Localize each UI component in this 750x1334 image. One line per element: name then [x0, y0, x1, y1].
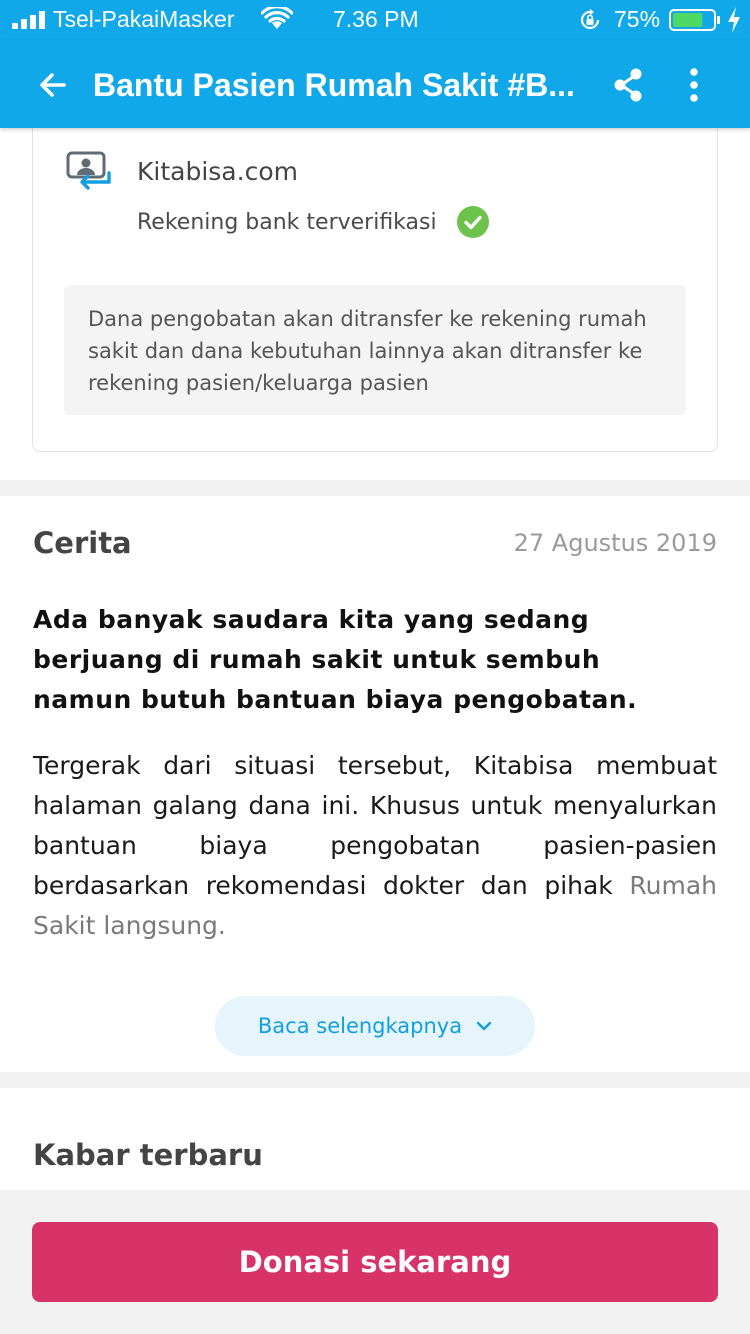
updates-heading: Kabar terbaru: [33, 1138, 263, 1172]
share-icon[interactable]: [607, 62, 651, 108]
signal-bars-icon: [12, 11, 45, 29]
verified-row: Rekening bank terverifikasi: [137, 205, 489, 239]
updates-section: Kabar terbaru: [0, 1088, 750, 1198]
battery-percent: 75%: [614, 6, 661, 32]
check-circle-icon: [456, 206, 489, 238]
recipient-name: Kitabisa.com: [137, 157, 298, 186]
charging-bolt-icon: [728, 7, 740, 33]
transfer-notice: Dana pengobatan akan ditransfer ke reken…: [64, 285, 686, 415]
story-date: 27 Agustus 2019: [513, 529, 717, 557]
bottom-action-bar: Donasi sekarang: [0, 1190, 750, 1334]
bank-transfer-icon: [66, 151, 111, 190]
chevron-down-icon: [476, 1021, 492, 1031]
wifi-icon: [261, 7, 293, 29]
more-vertical-icon[interactable]: [676, 62, 712, 108]
story-section: Cerita 27 Agustus 2019 Ada banyak saudar…: [0, 496, 750, 1072]
battery-icon: [669, 9, 720, 31]
recipient-section: Kitabisa.com Rekening bank terverifikasi…: [0, 120, 750, 480]
carrier-name: Tsel-PakaiMasker: [53, 6, 235, 32]
status-time: 7.36 PM: [333, 6, 419, 32]
story-body: Tergerak dari situasi tersebut, Kitabisa…: [33, 746, 717, 946]
page-title: Bantu Pasien Rumah Sakit #B...: [93, 67, 575, 103]
app-bar: Bantu Pasien Rumah Sakit #B...: [0, 40, 750, 128]
recipient-card: Kitabisa.com Rekening bank terverifikasi…: [32, 120, 718, 452]
donate-button[interactable]: Donasi sekarang: [32, 1222, 718, 1302]
read-more-button[interactable]: Baca selengkapnya: [215, 996, 535, 1056]
arrow-back-icon[interactable]: [30, 62, 76, 108]
story-body-text: Tergerak dari situasi tersebut, Kitabisa…: [33, 751, 717, 900]
read-more-label: Baca selengkapnya: [257, 1014, 463, 1038]
story-heading: Cerita: [33, 526, 132, 560]
status-bar: Tsel-PakaiMasker 7.36 PM 75%: [0, 0, 750, 40]
rotation-lock-icon: [580, 9, 600, 30]
verified-label: Rekening bank terverifikasi: [137, 209, 437, 235]
story-lead: Ada banyak saudara kita yang sedang berj…: [33, 605, 638, 714]
